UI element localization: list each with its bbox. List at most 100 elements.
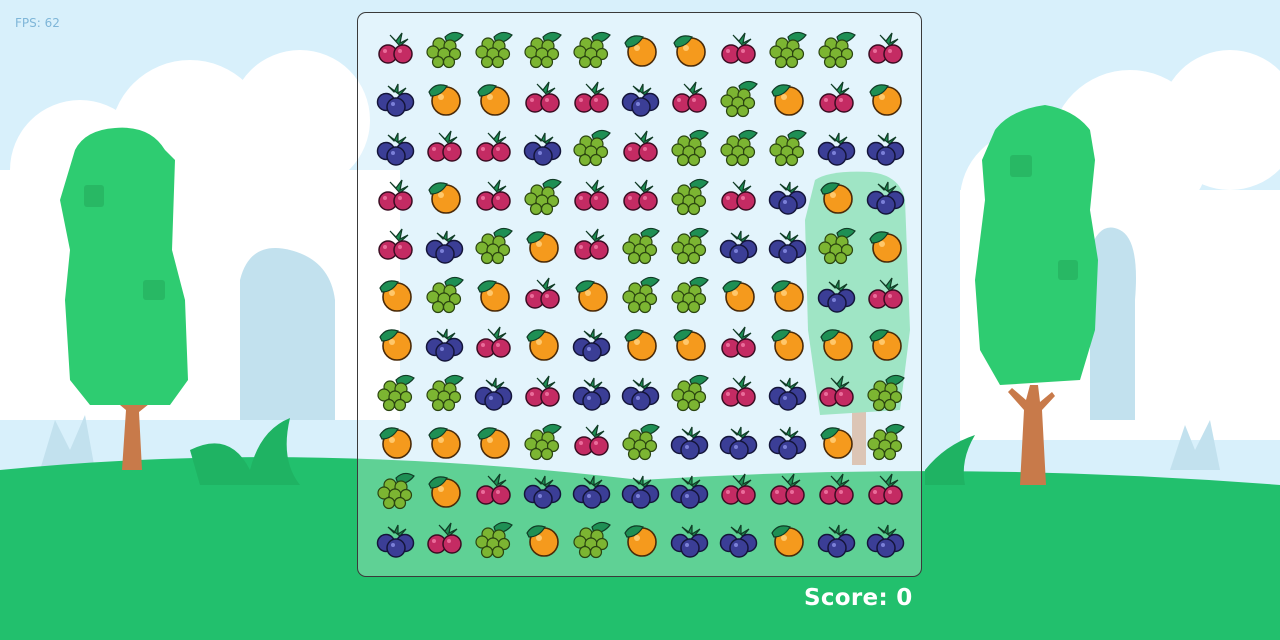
raspberry-tile[interactable] [567,416,616,465]
orange-tile[interactable] [371,318,420,367]
blueberry-tile[interactable] [567,465,616,514]
orange-tile[interactable] [763,269,812,318]
grapes-tile[interactable] [371,367,420,416]
grapes-tile[interactable] [861,367,910,416]
grapes-tile[interactable] [763,122,812,171]
blueberry-tile[interactable] [420,220,469,269]
grapes-tile[interactable] [616,220,665,269]
blueberry-tile[interactable] [469,367,518,416]
grapes-tile[interactable] [665,220,714,269]
grapes-tile[interactable] [518,24,567,73]
orange-tile[interactable] [469,269,518,318]
raspberry-tile[interactable] [714,465,763,514]
blueberry-tile[interactable] [518,122,567,171]
raspberry-tile[interactable] [714,171,763,220]
orange-tile[interactable] [469,73,518,122]
grapes-tile[interactable] [518,171,567,220]
blueberry-tile[interactable] [812,122,861,171]
orange-tile[interactable] [714,269,763,318]
raspberry-tile[interactable] [567,171,616,220]
blueberry-tile[interactable] [763,367,812,416]
grapes-tile[interactable] [665,122,714,171]
blueberry-tile[interactable] [567,367,616,416]
orange-tile[interactable] [665,318,714,367]
blueberry-tile[interactable] [714,514,763,563]
orange-tile[interactable] [763,514,812,563]
blueberry-tile[interactable] [616,367,665,416]
grapes-tile[interactable] [616,416,665,465]
raspberry-tile[interactable] [420,514,469,563]
blueberry-tile[interactable] [420,318,469,367]
raspberry-tile[interactable] [812,465,861,514]
grapes-tile[interactable] [567,514,616,563]
blueberry-tile[interactable] [371,514,420,563]
grapes-tile[interactable] [714,122,763,171]
grapes-tile[interactable] [420,367,469,416]
raspberry-tile[interactable] [518,269,567,318]
blueberry-tile[interactable] [665,465,714,514]
grapes-tile[interactable] [812,220,861,269]
orange-tile[interactable] [371,269,420,318]
raspberry-tile[interactable] [567,220,616,269]
grapes-tile[interactable] [714,73,763,122]
raspberry-tile[interactable] [714,367,763,416]
blueberry-tile[interactable] [861,122,910,171]
orange-tile[interactable] [420,171,469,220]
orange-tile[interactable] [616,318,665,367]
grapes-tile[interactable] [812,24,861,73]
grapes-tile[interactable] [371,465,420,514]
grapes-tile[interactable] [469,24,518,73]
raspberry-tile[interactable] [812,73,861,122]
orange-tile[interactable] [861,220,910,269]
grapes-tile[interactable] [763,24,812,73]
blueberry-tile[interactable] [812,514,861,563]
grapes-tile[interactable] [567,24,616,73]
raspberry-tile[interactable] [714,318,763,367]
raspberry-tile[interactable] [469,318,518,367]
orange-tile[interactable] [420,465,469,514]
raspberry-tile[interactable] [420,122,469,171]
blueberry-tile[interactable] [371,73,420,122]
blueberry-tile[interactable] [861,514,910,563]
blueberry-tile[interactable] [763,171,812,220]
raspberry-tile[interactable] [469,171,518,220]
blueberry-tile[interactable] [616,73,665,122]
raspberry-tile[interactable] [518,367,567,416]
blueberry-tile[interactable] [518,465,567,514]
orange-tile[interactable] [371,416,420,465]
raspberry-tile[interactable] [469,122,518,171]
raspberry-tile[interactable] [518,73,567,122]
orange-tile[interactable] [567,269,616,318]
raspberry-tile[interactable] [861,269,910,318]
raspberry-tile[interactable] [371,220,420,269]
blueberry-tile[interactable] [567,318,616,367]
orange-tile[interactable] [616,24,665,73]
orange-tile[interactable] [518,318,567,367]
orange-tile[interactable] [861,318,910,367]
orange-tile[interactable] [616,514,665,563]
grapes-tile[interactable] [420,24,469,73]
grapes-tile[interactable] [665,269,714,318]
orange-tile[interactable] [420,416,469,465]
orange-tile[interactable] [812,171,861,220]
orange-tile[interactable] [812,416,861,465]
blueberry-tile[interactable] [812,269,861,318]
blueberry-tile[interactable] [763,220,812,269]
grapes-tile[interactable] [469,220,518,269]
blueberry-tile[interactable] [616,465,665,514]
grapes-tile[interactable] [567,122,616,171]
blueberry-tile[interactable] [714,416,763,465]
blueberry-tile[interactable] [714,220,763,269]
raspberry-tile[interactable] [616,122,665,171]
raspberry-tile[interactable] [861,465,910,514]
blueberry-tile[interactable] [665,514,714,563]
grapes-tile[interactable] [665,367,714,416]
orange-tile[interactable] [763,318,812,367]
raspberry-tile[interactable] [616,171,665,220]
raspberry-tile[interactable] [469,465,518,514]
grapes-tile[interactable] [420,269,469,318]
blueberry-tile[interactable] [763,416,812,465]
grapes-tile[interactable] [861,416,910,465]
raspberry-tile[interactable] [763,465,812,514]
blueberry-tile[interactable] [665,416,714,465]
